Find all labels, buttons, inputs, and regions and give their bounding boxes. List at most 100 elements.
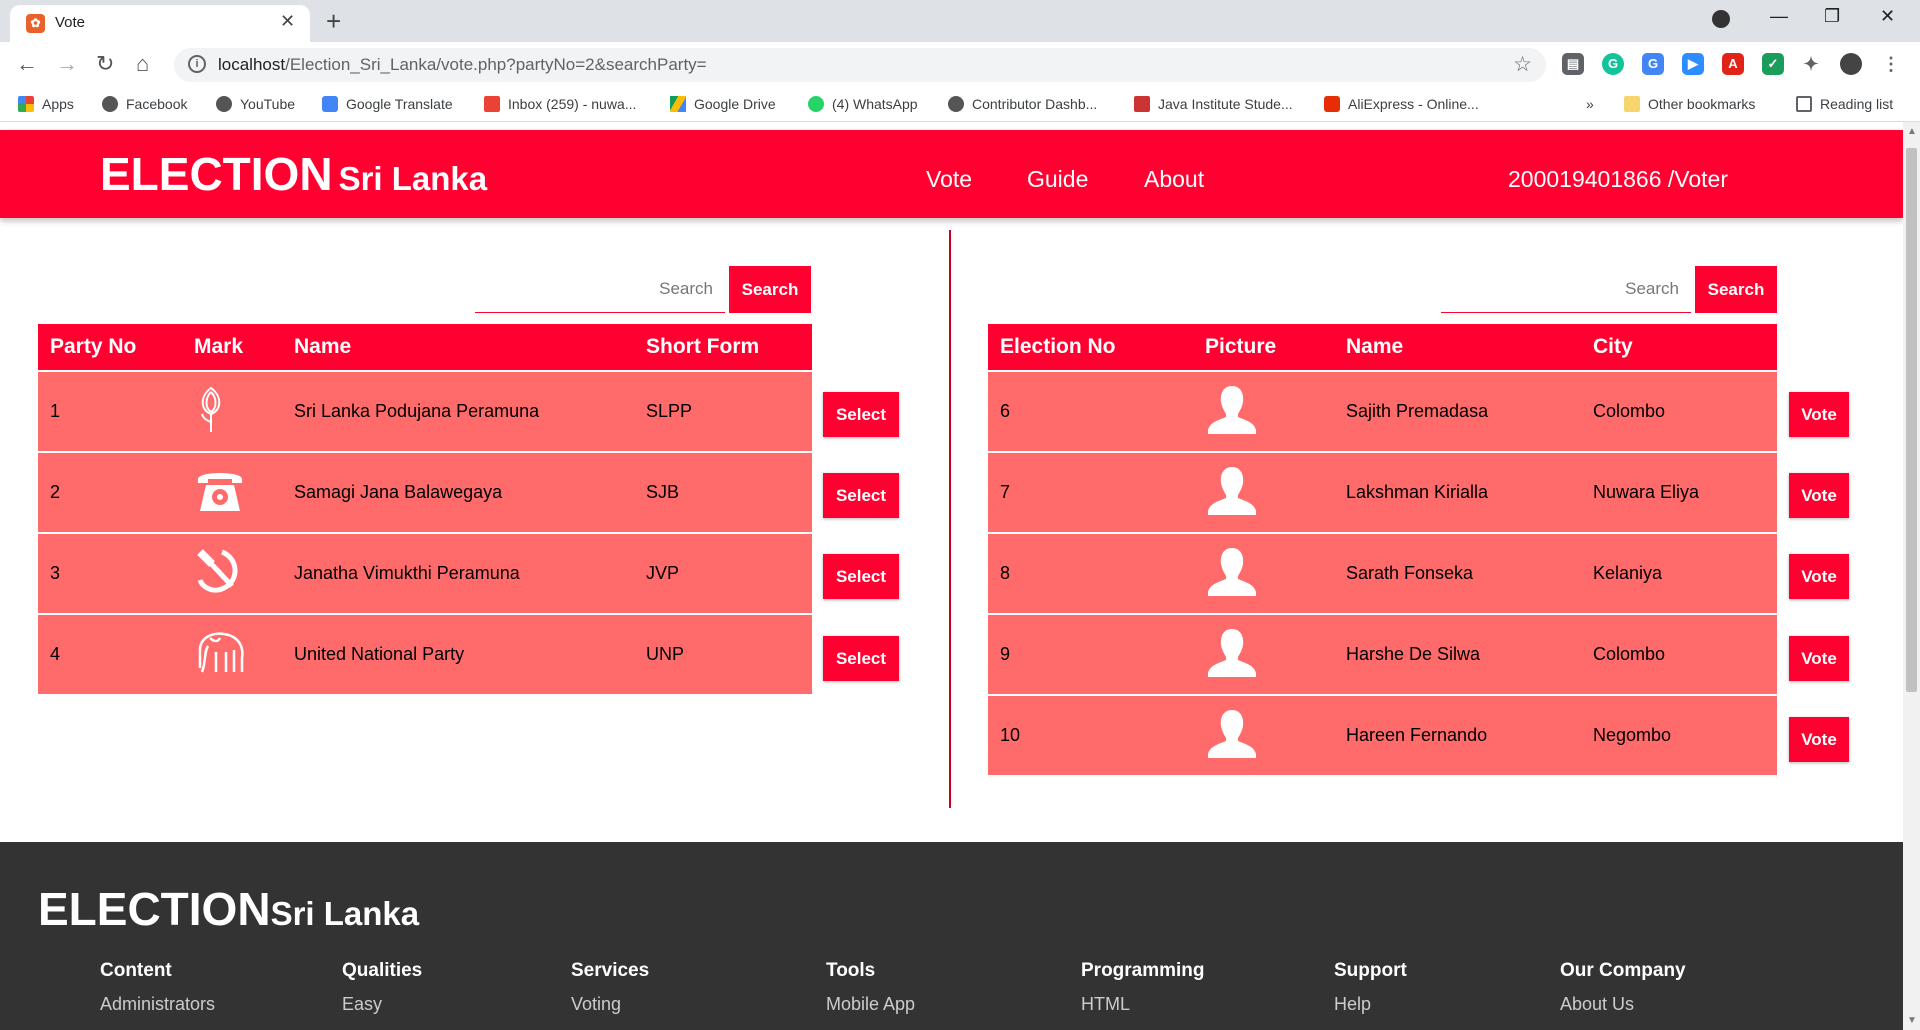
aliexpress-icon xyxy=(1324,96,1340,112)
candidate-no: 7 xyxy=(988,452,1193,534)
nav-about[interactable]: About xyxy=(1144,166,1204,193)
zoom-ext-icon[interactable]: ▶ xyxy=(1682,53,1704,75)
browser-toolbar: ← → ↻ ⌂ i localhost/Election_Sri_Lanka/v… xyxy=(0,42,1920,88)
footer-column: Tools Mobile App xyxy=(826,960,915,1015)
address-bar[interactable]: i localhost/Election_Sri_Lanka/vote.php?… xyxy=(174,48,1546,82)
footer-link[interactable]: HTML xyxy=(1081,994,1205,1015)
footer-heading: Support xyxy=(1334,960,1407,981)
minimize-icon[interactable]: — xyxy=(1770,6,1788,27)
pdf-ext-icon[interactable]: A xyxy=(1722,53,1744,75)
reading-list-icon xyxy=(1796,96,1812,112)
bookmark-google-drive[interactable]: Google Drive xyxy=(670,96,776,112)
bookmark-google-translate[interactable]: Google Translate xyxy=(322,96,453,112)
nav-guide[interactable]: Guide xyxy=(1027,166,1088,193)
bookmark-whatsapp[interactable]: (4) WhatsApp xyxy=(808,96,918,112)
select-party-button[interactable]: Select xyxy=(823,554,899,599)
candidate-name: Sajith Premadasa xyxy=(1334,371,1581,453)
bookmark-java-institute[interactable]: Java Institute Stude... xyxy=(1134,96,1293,112)
gmail-icon xyxy=(484,96,500,112)
footer-column: Content Administrators xyxy=(100,960,215,1015)
avatar[interactable] xyxy=(1840,53,1862,75)
lotus-bud-icon xyxy=(182,371,282,453)
column-header: Short Form xyxy=(634,324,812,372)
bookmark-facebook[interactable]: Facebook xyxy=(102,96,187,112)
extensions-icon[interactable]: ✦ xyxy=(1800,53,1822,75)
reload-icon[interactable]: ↻ xyxy=(96,51,114,77)
browser-menu-icon[interactable]: ⋮ xyxy=(1880,53,1902,75)
scroll-up-icon[interactable]: ▲ xyxy=(1907,126,1917,137)
profile-menu-icon[interactable] xyxy=(1712,10,1730,28)
party-name: Sri Lanka Podujana Peramuna xyxy=(282,371,634,453)
bookmark-youtube[interactable]: YouTube xyxy=(216,96,295,112)
nav-vote[interactable]: Vote xyxy=(926,166,972,193)
candidate-no: 8 xyxy=(988,533,1193,615)
footer-heading: Tools xyxy=(826,960,876,981)
page-viewport: ELECTION Sri Lanka Vote Guide About 20001… xyxy=(0,122,1920,1030)
party-search-button[interactable]: Search xyxy=(729,266,811,313)
vote-button[interactable]: Vote xyxy=(1789,554,1849,599)
bookmark-aliexpress[interactable]: AliExpress - Online... xyxy=(1324,96,1479,112)
grammarly-icon[interactable]: G xyxy=(1602,53,1624,75)
bookmark-inbox[interactable]: Inbox (259) - nuwa... xyxy=(484,96,636,112)
bookmark-apps[interactable]: Apps xyxy=(18,96,74,112)
candidate-no: 9 xyxy=(988,614,1193,696)
bookmark-contributor[interactable]: Contributor Dashb... xyxy=(948,96,1097,112)
close-tab-icon[interactable]: ✕ xyxy=(280,11,295,32)
voter-id[interactable]: 200019401866 /Voter xyxy=(1508,166,1728,193)
reading-list[interactable]: Reading list xyxy=(1796,96,1893,112)
footer-link[interactable]: About Us xyxy=(1560,994,1686,1015)
site-logo[interactable]: ELECTION Sri Lanka xyxy=(100,147,487,201)
footer-link[interactable]: Mobile App xyxy=(826,994,915,1015)
site-header: ELECTION Sri Lanka Vote Guide About 20001… xyxy=(0,130,1903,218)
footer-link[interactable]: Voting xyxy=(571,994,649,1015)
vote-button[interactable]: Vote xyxy=(1789,717,1849,762)
site-info-icon[interactable]: i xyxy=(188,55,206,73)
select-party-button[interactable]: Select xyxy=(823,636,899,681)
column-header: Picture xyxy=(1193,324,1334,372)
scrollbar-thumb[interactable] xyxy=(1906,148,1917,692)
footer-link[interactable]: Easy xyxy=(342,994,422,1015)
globe-icon xyxy=(216,96,232,112)
browser-tab[interactable]: ✿ Vote ✕ xyxy=(10,5,310,42)
party-table: Party No Mark Name Short Form 1 Sri Lank… xyxy=(38,324,812,696)
site-body: ELECTION Sri Lanka Vote Guide About 20001… xyxy=(0,122,1903,1030)
telephone-icon xyxy=(182,452,282,534)
footer-column: Programming HTML xyxy=(1081,960,1205,1015)
party-short: UNP xyxy=(634,614,812,696)
vote-button[interactable]: Vote xyxy=(1789,473,1849,518)
page-scrollbar[interactable]: ▲ ▼ xyxy=(1903,122,1920,1030)
java-icon xyxy=(1134,96,1150,112)
table-row: 10 Hareen Fernando Negombo xyxy=(988,695,1777,777)
bookmark-star-icon[interactable]: ☆ xyxy=(1513,52,1532,77)
bookmark-label: Reading list xyxy=(1820,96,1894,112)
bookmark-other[interactable]: Other bookmarks xyxy=(1624,96,1755,112)
footer-link[interactable]: Help xyxy=(1334,994,1407,1015)
translate-ext-icon[interactable]: G xyxy=(1642,53,1664,75)
party-search-input[interactable]: Search xyxy=(475,266,725,313)
vote-button[interactable]: Vote xyxy=(1789,392,1849,437)
person-silhouette-icon xyxy=(1193,452,1334,534)
shield-ext-icon[interactable]: ✓ xyxy=(1762,53,1784,75)
scroll-down-icon[interactable]: ▼ xyxy=(1907,1015,1917,1026)
reader-icon[interactable]: ▤ xyxy=(1562,53,1584,75)
home-icon[interactable]: ⌂ xyxy=(136,51,149,77)
select-party-button[interactable]: Select xyxy=(823,473,899,518)
column-header: Party No xyxy=(38,324,182,372)
select-party-button[interactable]: Select xyxy=(823,392,899,437)
table-row: 6 Sajith Premadasa Colombo xyxy=(988,371,1777,453)
more-bookmarks-button[interactable]: » xyxy=(1586,96,1594,112)
back-icon[interactable]: ← xyxy=(16,51,38,77)
person-silhouette-icon xyxy=(1193,371,1334,453)
footer-link[interactable]: Administrators xyxy=(100,994,215,1015)
whatsapp-icon xyxy=(808,96,824,112)
url-host: localhost xyxy=(218,55,286,74)
forward-icon[interactable]: → xyxy=(56,51,78,77)
candidate-search-button[interactable]: Search xyxy=(1695,266,1777,313)
candidate-search-input[interactable]: Search xyxy=(1441,266,1691,313)
new-tab-icon[interactable]: + xyxy=(326,6,341,37)
vote-button[interactable]: Vote xyxy=(1789,636,1849,681)
close-window-icon[interactable]: ✕ xyxy=(1880,6,1895,27)
candidate-city: Kelaniya xyxy=(1581,533,1777,615)
candidate-city: Negombo xyxy=(1581,695,1777,777)
restore-icon[interactable]: ❐ xyxy=(1824,6,1840,27)
